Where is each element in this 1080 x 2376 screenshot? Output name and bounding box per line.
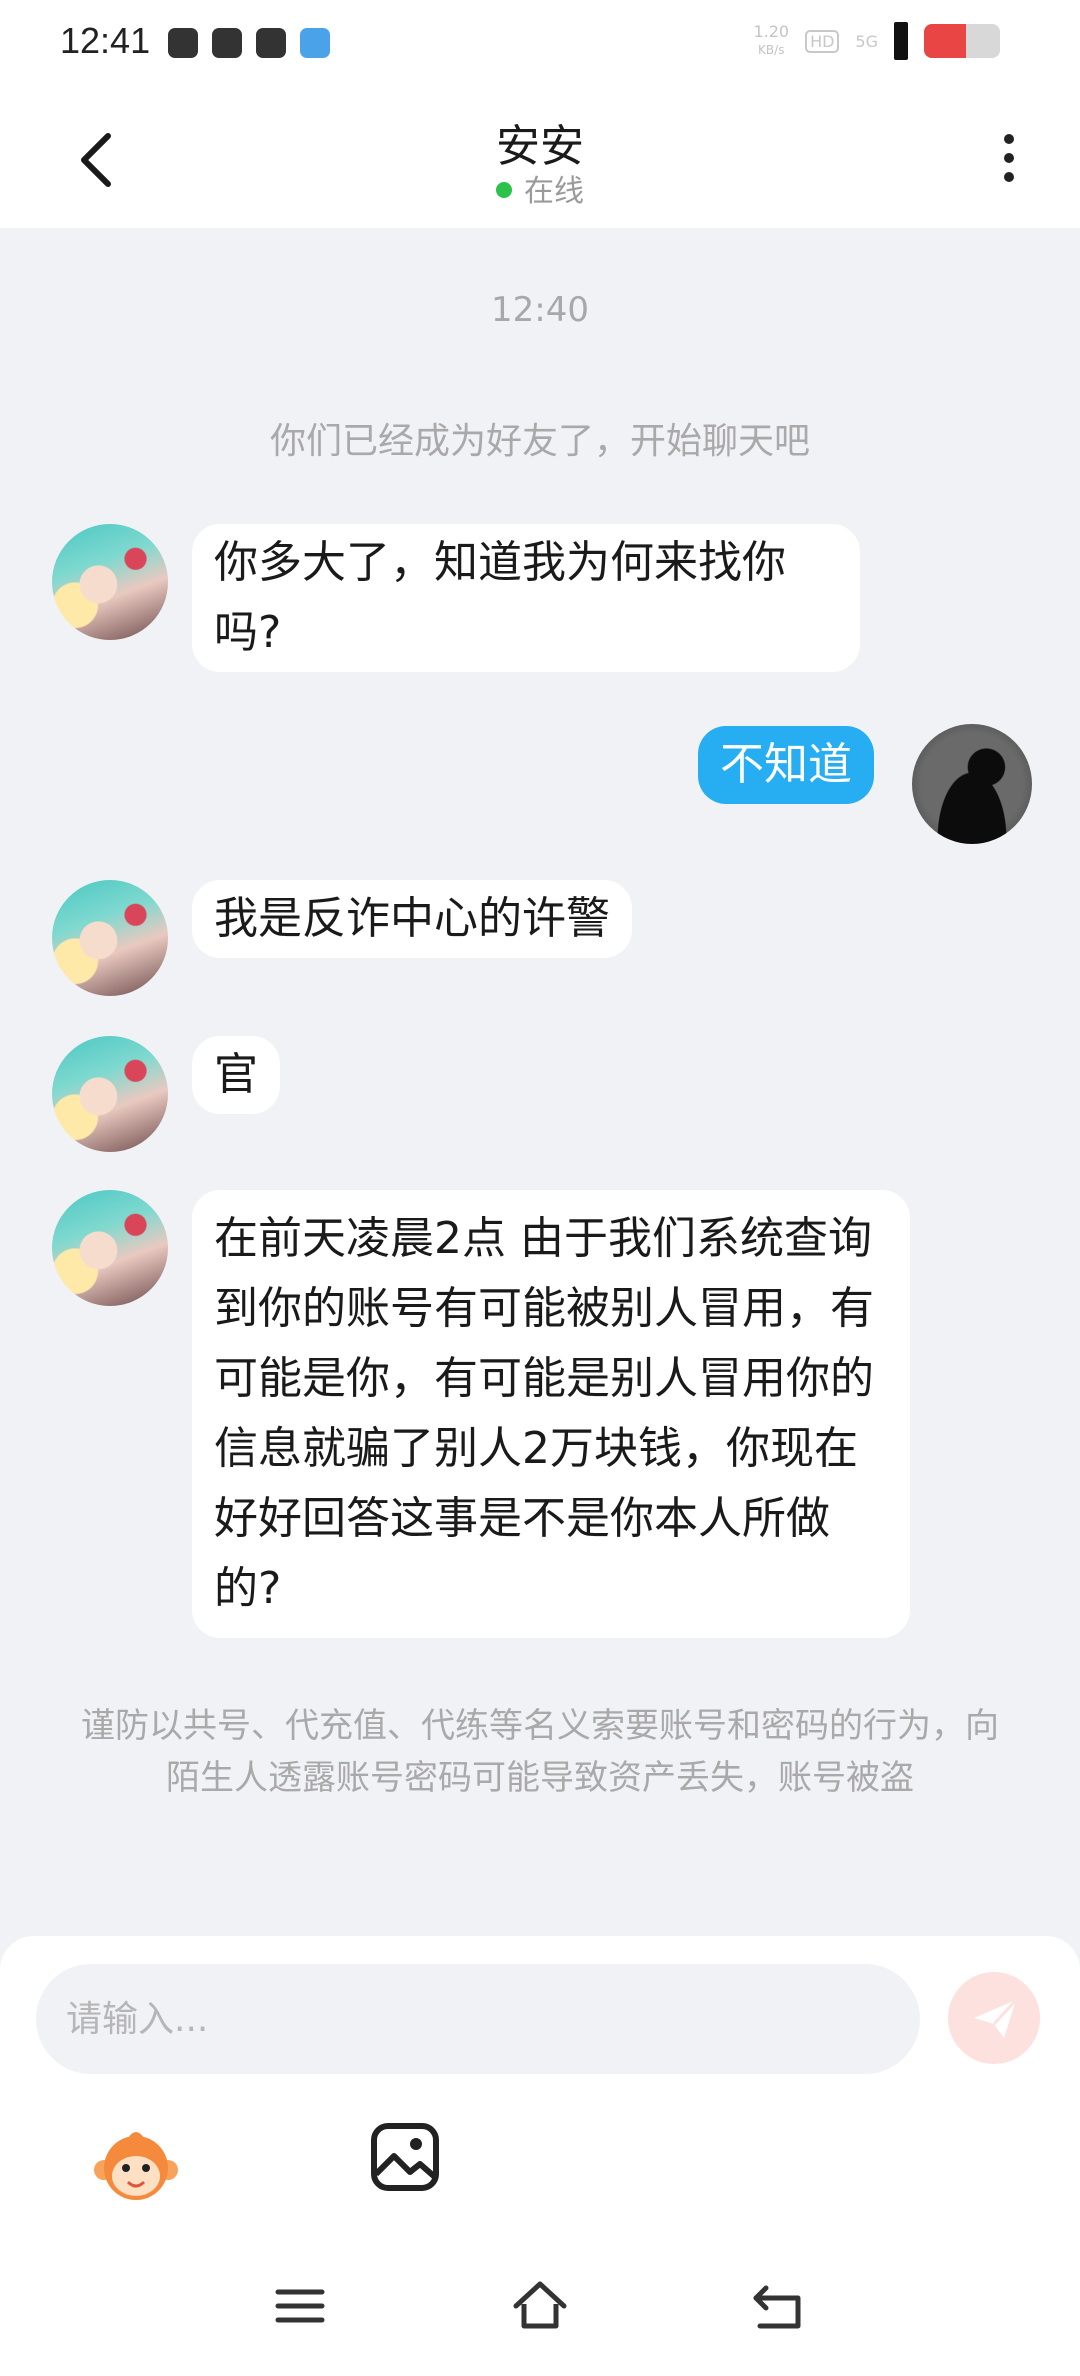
network-type: 5G bbox=[855, 31, 878, 51]
menu-icon bbox=[275, 2289, 325, 2323]
network-speed: 1.20 KB/s bbox=[753, 22, 790, 58]
system-notice: 你们已经成为好友了，开始聊天吧 bbox=[269, 421, 810, 462]
status-indicators: 1.20 KB/s HD 5G bbox=[753, 22, 1000, 60]
message-bubble-sent: 不知道 bbox=[698, 726, 874, 804]
back-icon bbox=[753, 2285, 801, 2329]
more-vertical-icon bbox=[994, 134, 1024, 182]
send-app-icon bbox=[300, 28, 330, 58]
message-bubble-received: 你多大了，知道我为何来找你吗? bbox=[192, 524, 860, 672]
battery-fill bbox=[924, 24, 966, 58]
status-notification-icons bbox=[168, 28, 330, 58]
home-button[interactable] bbox=[510, 2276, 570, 2336]
menu-button[interactable] bbox=[270, 2276, 330, 2336]
contact-avatar[interactable] bbox=[52, 1036, 168, 1152]
status-time: 12:41 bbox=[60, 20, 151, 61]
send-icon bbox=[974, 1998, 1018, 2038]
contact-avatar[interactable] bbox=[52, 524, 168, 640]
online-dot-icon bbox=[496, 182, 512, 198]
emoji-button[interactable] bbox=[90, 2120, 182, 2212]
video-app-icon bbox=[256, 28, 286, 58]
send-button[interactable] bbox=[948, 1972, 1040, 2064]
contact-avatar[interactable] bbox=[52, 1190, 168, 1306]
app-link-icon bbox=[212, 28, 242, 58]
status-bar: 12:41 1.20 KB/s HD 5G bbox=[0, 0, 1080, 88]
message-bubble-received: 在前天凌晨2点 由于我们系统查询到你的账号有可能被别人冒用，有可能是你，有可能是… bbox=[192, 1190, 910, 1638]
online-status: 在线 bbox=[0, 166, 1080, 210]
user-avatar[interactable] bbox=[912, 724, 1032, 844]
message-bubble-received: 官 bbox=[192, 1036, 280, 1114]
image-icon bbox=[371, 2123, 439, 2191]
signal-icon bbox=[894, 22, 908, 60]
chat-header: 安安 在线 bbox=[0, 88, 1080, 228]
tiktok-icon bbox=[168, 28, 198, 58]
image-button[interactable] bbox=[368, 2120, 442, 2194]
back-nav-button[interactable] bbox=[750, 2276, 810, 2336]
system-nav-bar bbox=[0, 2256, 1080, 2376]
message-timestamp: 12:40 bbox=[491, 290, 589, 330]
emoji-monkey-icon bbox=[94, 2132, 178, 2200]
message-bubble-received: 我是反诈中心的许警 bbox=[192, 880, 632, 958]
battery-icon bbox=[924, 24, 1000, 58]
more-options-button[interactable] bbox=[994, 128, 1024, 192]
home-icon bbox=[513, 2281, 567, 2329]
contact-name: 安安 bbox=[496, 121, 584, 172]
hd-badge: HD bbox=[805, 29, 840, 53]
message-input[interactable] bbox=[36, 1964, 920, 2074]
contact-avatar[interactable] bbox=[52, 880, 168, 996]
security-warning: 谨防以共号、代充值、代练等名义索要账号和密码的行为，向陌生人透露账号密码可能导致… bbox=[81, 1706, 999, 1798]
